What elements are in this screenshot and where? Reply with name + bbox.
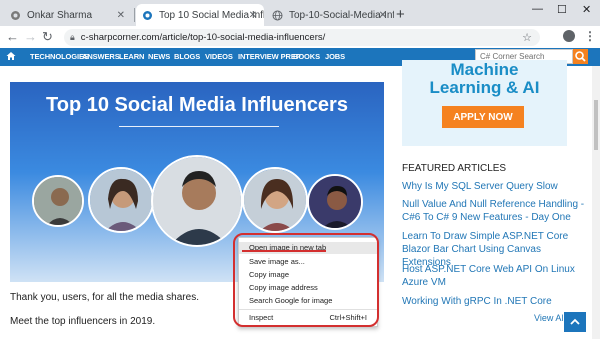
featured-article-link[interactable]: Working With gRPC In .NET Core — [402, 295, 586, 308]
nav-blogs[interactable]: BLOGS — [174, 52, 200, 61]
banner-title: Top 10 Social Media Influencers — [46, 94, 348, 116]
menu-divider — [239, 309, 377, 310]
article-paragraph: Thank you, users, for all the media shar… — [10, 292, 199, 303]
forward-arrow-icon[interactable]: → — [24, 29, 37, 44]
chevron-up-icon — [570, 318, 580, 325]
nav-answers[interactable]: ANSWERS — [82, 52, 120, 61]
home-icon[interactable] — [6, 51, 16, 61]
scroll-to-top-button[interactable] — [564, 312, 586, 332]
menu-item-inspect[interactable]: Inspect — [249, 313, 273, 322]
menu-item-search-google-for-image[interactable]: Search Google for image — [249, 296, 332, 305]
apply-now-button[interactable]: APPLY NOW — [442, 106, 524, 128]
scrollbar-thumb[interactable] — [594, 100, 598, 150]
nav-learn[interactable]: LEARN — [119, 52, 144, 61]
ad-banner[interactable]: Machine Learning & AI APPLY NOW — [402, 60, 567, 146]
close-tab-icon[interactable]: ✕ — [379, 10, 387, 21]
ad-headline: Learning & AI — [429, 78, 540, 97]
featured-articles-heading: FEATURED ARTICLES — [402, 163, 507, 174]
banner-divider — [119, 126, 279, 127]
address-bar[interactable]: 🔒︎ c-sharpcorner.com/article/top-10-soci… — [64, 29, 540, 46]
tab-top-10-influencers[interactable]: Top 10 Social Media Influencers ✕ — [136, 4, 264, 26]
featured-article-link[interactable]: Null Value And Null Reference Handling -… — [402, 198, 586, 224]
globe-icon — [272, 10, 283, 21]
browser-toolbar: ← → ↻ 🔒︎ c-sharpcorner.com/article/top-1… — [0, 26, 600, 48]
site-favicon-icon — [10, 10, 21, 21]
minimize-icon[interactable]: — — [532, 3, 543, 15]
maximize-icon[interactable]: ☐ — [557, 3, 567, 16]
underline-annotation — [242, 250, 326, 252]
reload-icon[interactable]: ↻ — [42, 29, 53, 45]
close-tab-icon[interactable]: ✕ — [117, 10, 125, 21]
influencer-photo — [32, 175, 84, 227]
site-search-button[interactable] — [573, 49, 588, 64]
menu-item-copy-image-address[interactable]: Copy image address — [249, 283, 318, 292]
lock-icon: 🔒︎ — [70, 32, 75, 42]
influencer-photo — [88, 167, 154, 233]
menu-item-copy-image[interactable]: Copy image — [249, 270, 289, 279]
nav-jobs[interactable]: JOBS — [325, 52, 345, 61]
nav-news[interactable]: NEWS — [148, 52, 170, 61]
view-all-link[interactable]: View All — [534, 313, 565, 323]
article-paragraph: Meet the top influencers in 2019. — [10, 316, 156, 327]
bookmark-star-icon[interactable]: ☆ — [522, 31, 532, 44]
tab-onkar-sharma[interactable]: Onkar Sharma ✕ — [4, 4, 132, 26]
tab-divider — [134, 8, 135, 22]
tab-image[interactable]: Top-10-Social-Media-Influencers ✕ — [266, 4, 394, 26]
search-icon — [575, 51, 586, 62]
new-tab-button[interactable]: + — [396, 6, 405, 23]
influencer-photo — [151, 155, 243, 247]
inspect-shortcut: Ctrl+Shift+I — [329, 313, 367, 322]
tab-strip: Onkar Sharma ✕ Top 10 Social Media Influ… — [0, 0, 600, 26]
nav-videos[interactable]: VIDEOS — [205, 52, 233, 61]
url-text: c-sharpcorner.com/article/top-10-social-… — [80, 32, 326, 43]
close-tab-icon[interactable]: ✕ — [249, 10, 257, 21]
kebab-menu-icon[interactable]: ⋮ — [584, 29, 596, 43]
profile-avatar-icon[interactable] — [563, 30, 575, 42]
close-window-icon[interactable]: ✕ — [582, 3, 591, 16]
nav-interview-prep[interactable]: INTERVIEW PREP — [238, 52, 301, 61]
menu-item-save-image-as[interactable]: Save image as... — [249, 257, 305, 266]
influencer-photo — [307, 174, 363, 230]
featured-article-link[interactable]: Host ASP.NET Core Web API On Linux Azure… — [402, 263, 586, 289]
menu-item-open-image-new-tab[interactable]: Open image in new tab — [239, 242, 377, 254]
ad-headline: Machine — [450, 60, 519, 79]
tab-label: Onkar Sharma — [27, 9, 93, 21]
influencer-photo — [242, 167, 308, 233]
nav-technologies[interactable]: TECHNOLOGIES — [30, 52, 89, 61]
featured-article-link[interactable]: Why Is My SQL Server Query Slow — [402, 180, 586, 193]
site-favicon-icon — [142, 10, 153, 21]
back-arrow-icon[interactable]: ← — [6, 29, 19, 44]
nav-books[interactable]: BOOKS — [293, 52, 320, 61]
